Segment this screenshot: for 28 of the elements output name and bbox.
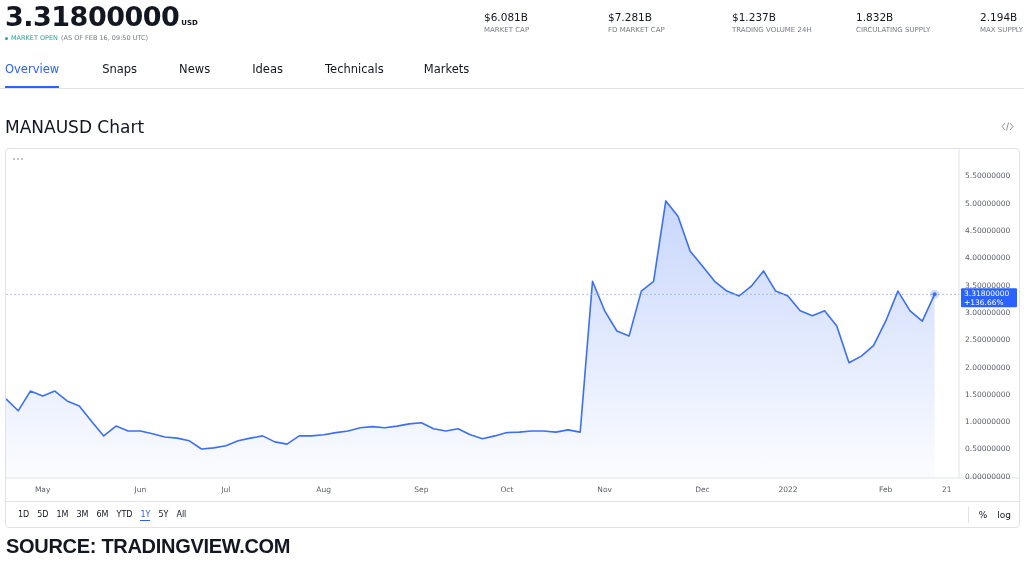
range-button[interactable]: 1M — [56, 508, 69, 521]
stat-value: $7.281B — [608, 11, 653, 23]
range-button[interactable]: 1D — [18, 508, 30, 521]
range-button[interactable]: 6M — [96, 508, 109, 521]
tab[interactable]: Technicals — [325, 50, 384, 88]
stat-value: 1.832B — [856, 11, 895, 23]
chart-title: MANAUSD Chart — [5, 116, 145, 137]
price-value: 3.31800000 — [5, 2, 180, 32]
range-button[interactable]: 5Y — [158, 508, 169, 521]
range-button[interactable]: All — [176, 508, 187, 521]
range-button[interactable]: 3M — [76, 508, 89, 521]
source-caption: SOURCE: TRADINGVIEW.COM — [5, 534, 292, 558]
scale-button[interactable]: log — [997, 509, 1011, 520]
stat-value: $6.081B — [484, 11, 529, 23]
indicator-menu-icon[interactable] — [12, 157, 24, 161]
scale-button[interactable]: % — [978, 509, 988, 520]
tab[interactable]: News — [179, 50, 211, 88]
tab[interactable]: Ideas — [252, 50, 283, 88]
tab[interactable]: Overview — [5, 50, 60, 88]
stat-value: $1.237B — [732, 11, 777, 23]
embed-code-icon[interactable] — [1001, 122, 1014, 131]
tab[interactable]: Markets — [423, 50, 470, 88]
tab[interactable]: Snaps — [102, 50, 138, 88]
range-button[interactable]: YTD — [116, 508, 133, 521]
range-button[interactable]: 1Y — [140, 508, 151, 521]
stat-value: 2.194B — [980, 11, 1019, 23]
last-price-marker — [930, 289, 940, 299]
range-button[interactable]: 5D — [37, 508, 49, 521]
